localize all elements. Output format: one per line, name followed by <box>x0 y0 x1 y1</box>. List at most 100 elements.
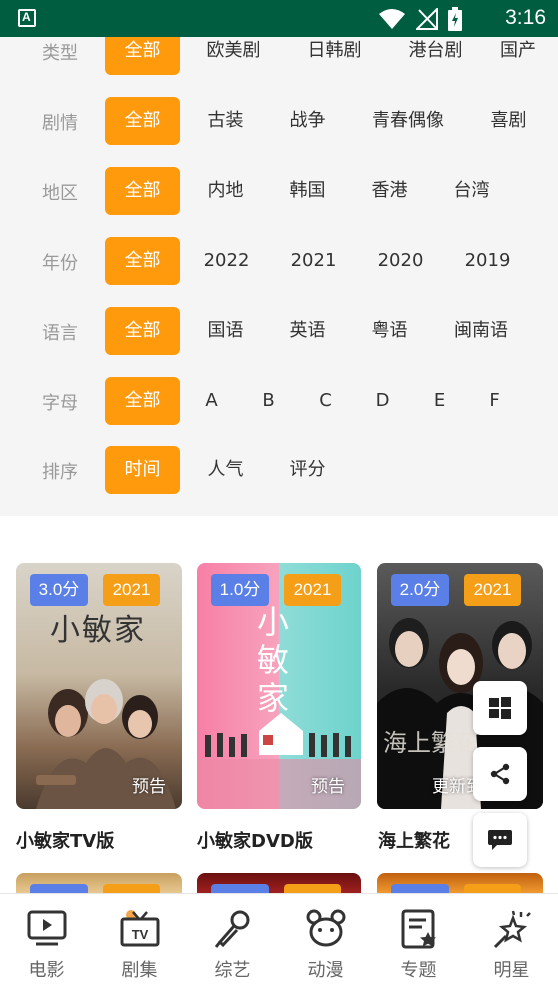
filter-option[interactable]: 日韩剧 <box>297 37 372 75</box>
nav-item-variety[interactable]: 综艺 <box>186 894 279 992</box>
filter-label: 语言 <box>42 323 78 344</box>
movie-screen-icon <box>27 910 67 946</box>
bottom-nav: 电影 TV 剧集 综艺 动漫 专题 明星 <box>0 893 558 992</box>
filter-option[interactable]: 全部 <box>105 307 180 355</box>
status-tag: 预告 <box>132 777 166 797</box>
year-badge <box>464 884 521 893</box>
video-card-partial[interactable] <box>377 873 543 893</box>
card-title[interactable]: 小敏家TV版 <box>16 827 114 853</box>
nav-label: 明星 <box>493 960 530 981</box>
nav-item-topic[interactable]: 专题 <box>372 894 465 992</box>
filter-label: 年份 <box>42 253 78 274</box>
filter-option[interactable]: 古装 <box>188 97 263 145</box>
filter-panel: 类型 全部 欧美剧 日韩剧 港台剧 国产 剧情 全部 古装 战争 青春偶像 喜剧… <box>0 37 558 516</box>
tv-icon: TV <box>120 910 160 947</box>
poster-title: 小敏家 <box>257 603 290 717</box>
video-card[interactable]: 小敏家 3.0分 2021 预告 <box>16 563 182 809</box>
nav-label: 动漫 <box>307 960 344 981</box>
filter-option[interactable]: B <box>240 377 297 425</box>
filter-option[interactable]: 全部 <box>105 377 180 425</box>
filter-option[interactable]: 国语 <box>188 307 263 355</box>
filter-option[interactable]: 全部 <box>105 97 180 145</box>
filter-option[interactable]: 欧美剧 <box>196 37 271 75</box>
card-title[interactable]: 海上繁花 <box>378 827 450 853</box>
filter-option[interactable]: C <box>297 377 354 425</box>
filter-option[interactable]: 国产 <box>500 37 558 75</box>
filter-row-type: 类型 全部 欧美剧 日韩剧 港台剧 国产 <box>0 37 558 75</box>
filter-option[interactable]: D <box>354 377 411 425</box>
filter-option[interactable]: 时间 <box>105 446 180 494</box>
filter-option[interactable]: 内地 <box>188 167 263 215</box>
status-icons <box>378 7 462 31</box>
filter-option[interactable]: A <box>183 377 240 425</box>
year-badge: 2021 <box>464 574 521 606</box>
battery-charging-icon <box>448 7 462 31</box>
score-badge: 2.0分 <box>391 574 449 606</box>
filter-option[interactable]: 喜剧 <box>471 97 546 145</box>
card-title[interactable]: 小敏家DVD版 <box>197 827 313 853</box>
year-badge <box>284 884 341 893</box>
nav-label: 专题 <box>400 960 437 981</box>
nav-item-series[interactable]: TV 剧集 <box>93 894 186 992</box>
filter-option[interactable]: E <box>411 377 468 425</box>
filter-label: 字母 <box>42 393 78 414</box>
filter-option[interactable]: 全部 <box>105 167 180 215</box>
filter-option[interactable]: 英语 <box>270 307 345 355</box>
wifi-icon <box>379 9 405 29</box>
chat-button[interactable] <box>473 813 527 867</box>
filter-label: 剧情 <box>42 113 78 134</box>
year-badge: 2021 <box>284 574 341 606</box>
year-badge <box>103 884 160 893</box>
filter-option[interactable]: 闽南语 <box>443 307 519 355</box>
filter-row-language: 语言 全部 国语 英语 粤语 闽南语 <box>0 307 558 355</box>
filter-option[interactable]: 全部 <box>105 237 180 285</box>
filter-label: 类型 <box>42 43 78 64</box>
filter-row-plot: 剧情 全部 古装 战争 青春偶像 喜剧 <box>0 97 558 145</box>
filter-option[interactable]: 粤语 <box>352 307 427 355</box>
nav-item-movie[interactable]: 电影 <box>0 894 93 992</box>
filter-option[interactable]: 2021 <box>276 237 351 285</box>
filter-row-letter: 字母 全部 A B C D E F <box>0 377 558 425</box>
filter-row-region: 地区 全部 内地 韩国 香港 台湾 <box>0 167 558 215</box>
share-icon <box>490 763 510 785</box>
filter-option[interactable]: F <box>466 377 523 425</box>
filter-option[interactable]: 全部 <box>105 37 180 75</box>
filter-option[interactable]: 2022 <box>189 237 264 285</box>
filter-option[interactable]: 战争 <box>270 97 345 145</box>
no-signal-icon <box>416 8 438 30</box>
topic-star-icon <box>401 909 436 949</box>
status-time: 3:16 <box>505 6 546 29</box>
filter-option[interactable]: 青春偶像 <box>365 97 451 145</box>
microphone-icon <box>214 910 250 948</box>
nav-label: 电影 <box>28 960 65 981</box>
video-card[interactable]: 小敏家 1.0分 2021 预告 <box>197 563 361 809</box>
status-tag: 预告 <box>311 777 345 797</box>
poster-title: 海上繁花 <box>383 729 479 757</box>
chat-icon <box>488 830 512 850</box>
filter-option[interactable]: 香港 <box>352 167 427 215</box>
filter-option[interactable]: 评分 <box>270 446 345 494</box>
filter-option[interactable]: 台湾 <box>434 167 509 215</box>
status-bar: A 3:16 <box>0 0 558 37</box>
filter-option[interactable]: 2019 <box>450 237 525 285</box>
windows-icon <box>489 697 511 719</box>
nav-label: 剧集 <box>121 960 158 981</box>
windows-button[interactable] <box>473 681 527 735</box>
filter-option[interactable]: 韩国 <box>270 167 345 215</box>
score-badge <box>391 884 449 893</box>
section-divider <box>0 516 558 556</box>
share-button[interactable] <box>473 747 527 801</box>
score-badge <box>30 884 88 893</box>
filter-option[interactable]: 港台剧 <box>398 37 473 75</box>
nav-item-anime[interactable]: 动漫 <box>279 894 372 992</box>
video-card-partial[interactable] <box>16 873 182 893</box>
filter-option[interactable]: 人气 <box>188 446 263 494</box>
nav-item-star[interactable]: 明星 <box>465 894 558 992</box>
filter-label: 地区 <box>42 183 78 204</box>
star-sparkle-icon <box>493 910 531 949</box>
filter-option[interactable]: 2020 <box>363 237 438 285</box>
score-badge: 1.0分 <box>211 574 269 606</box>
filter-label: 排序 <box>42 462 78 483</box>
video-card-partial[interactable] <box>197 873 361 893</box>
app-notification-icon: A <box>18 9 36 27</box>
